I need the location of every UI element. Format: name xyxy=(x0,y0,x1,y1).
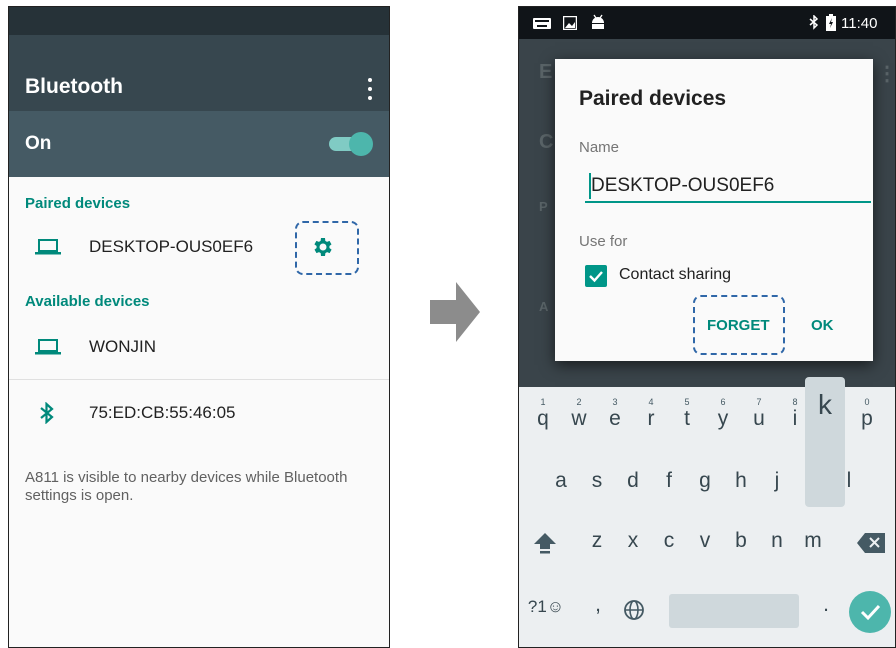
key-hint: 7 xyxy=(756,397,762,407)
key-hint: 2 xyxy=(576,397,582,407)
dim-letter: A xyxy=(539,299,549,314)
bluetooth-status-icon xyxy=(809,15,819,30)
app-bar: Bluetooth xyxy=(9,35,389,111)
name-label: Name xyxy=(579,139,620,156)
bluetooth-switch[interactable] xyxy=(329,132,373,156)
key-g[interactable]: g xyxy=(690,469,720,493)
backspace-icon[interactable] xyxy=(857,533,885,553)
symbols-key[interactable]: ?1☺ xyxy=(523,597,569,617)
bluetooth-icon xyxy=(40,402,54,424)
status-bar: 11:40 xyxy=(519,7,895,39)
key-b[interactable]: b xyxy=(726,529,756,553)
key-e[interactable]: e xyxy=(600,407,630,431)
key-preview-popup: k xyxy=(805,377,845,507)
status-bar xyxy=(9,7,389,35)
popup-key-label: k xyxy=(818,389,832,420)
contact-sharing-checkbox[interactable] xyxy=(585,265,607,287)
keyboard-icon xyxy=(533,18,551,29)
battery-icon xyxy=(826,14,836,31)
key-c[interactable]: c xyxy=(654,529,684,553)
visibility-note: A811 is visible to nearby devices while … xyxy=(25,469,348,504)
dim-letter: E xyxy=(539,61,553,83)
key-x[interactable]: x xyxy=(618,529,648,553)
key-hint: 6 xyxy=(720,397,726,407)
use-for-label: Use for xyxy=(579,233,628,250)
paired-device-name: DESKTOP-OUS0EF6 xyxy=(89,237,254,256)
available-device-row[interactable]: WONJIN xyxy=(9,325,389,369)
key-u[interactable]: u xyxy=(744,407,774,431)
key-r[interactable]: r xyxy=(636,407,666,431)
arrow-right-icon xyxy=(430,282,480,342)
key-t[interactable]: t xyxy=(672,407,702,431)
app-title: Bluetooth xyxy=(25,75,123,98)
key-n[interactable]: n xyxy=(762,529,792,553)
key-p[interactable]: p xyxy=(852,407,882,431)
bluetooth-address: 75:ED:CB:55:46:05 xyxy=(89,403,236,422)
key-hint: 0 xyxy=(864,397,870,407)
image-icon xyxy=(563,16,577,30)
shift-icon[interactable] xyxy=(533,532,557,554)
comma-key[interactable]: , xyxy=(583,593,613,617)
key-d[interactable]: d xyxy=(618,469,648,493)
key-m[interactable]: m xyxy=(798,529,828,553)
device-name-input[interactable]: DESKTOP-OUS0EF6 xyxy=(585,173,871,203)
key-hint: 5 xyxy=(684,397,690,407)
key-h[interactable]: h xyxy=(726,469,756,493)
available-devices-header: Available devices xyxy=(25,293,150,310)
overflow-menu-icon[interactable] xyxy=(365,78,375,100)
bluetooth-address-row: 75:ED:CB:55:46:05 xyxy=(9,391,389,435)
key-s[interactable]: s xyxy=(582,469,612,493)
checkmark-icon xyxy=(860,604,881,621)
bluetooth-toggle-row[interactable]: On xyxy=(9,111,389,177)
laptop-icon xyxy=(35,339,61,355)
dim-letter: C xyxy=(539,131,554,153)
key-hint: 3 xyxy=(612,397,618,407)
available-device-name: WONJIN xyxy=(89,337,157,356)
space-bar[interactable] xyxy=(669,594,799,628)
status-time: 11:40 xyxy=(841,15,878,32)
key-j[interactable]: j xyxy=(762,469,792,493)
paired-devices-header: Paired devices xyxy=(25,195,131,212)
dialog-title: Paired devices xyxy=(579,87,727,110)
divider xyxy=(9,379,389,380)
device-name-value: DESKTOP-OUS0EF6 xyxy=(591,175,775,196)
contact-sharing-label: Contact sharing xyxy=(619,266,732,283)
laptop-icon xyxy=(35,239,61,255)
period-key[interactable]: . xyxy=(811,593,841,617)
dim-letter: P xyxy=(539,199,548,214)
android-icon xyxy=(592,14,604,29)
key-w[interactable]: w xyxy=(564,407,594,431)
key-y[interactable]: y xyxy=(708,407,738,431)
key-hint: 1 xyxy=(540,397,546,407)
key-hint: 4 xyxy=(648,397,654,407)
done-button[interactable] xyxy=(849,591,891,633)
right-screen: 11:40 E C P A ⋮ Paired devices Name DESK… xyxy=(518,6,896,648)
key-f[interactable]: f xyxy=(654,469,684,493)
left-screen: Bluetooth On Paired devices DESKTOP-OUS0… xyxy=(8,6,390,648)
ok-button[interactable]: OK xyxy=(811,317,834,334)
key-v[interactable]: v xyxy=(690,529,720,553)
checkmark-icon xyxy=(589,271,603,283)
gear-highlight-box xyxy=(295,221,359,275)
dim-menu: ⋮ xyxy=(877,63,896,85)
key-q[interactable]: q xyxy=(528,407,558,431)
globe-icon[interactable] xyxy=(623,599,645,621)
toggle-label: On xyxy=(25,133,52,154)
key-z[interactable]: z xyxy=(582,529,612,553)
forget-highlight-box xyxy=(693,295,785,355)
key-a[interactable]: a xyxy=(546,469,576,493)
